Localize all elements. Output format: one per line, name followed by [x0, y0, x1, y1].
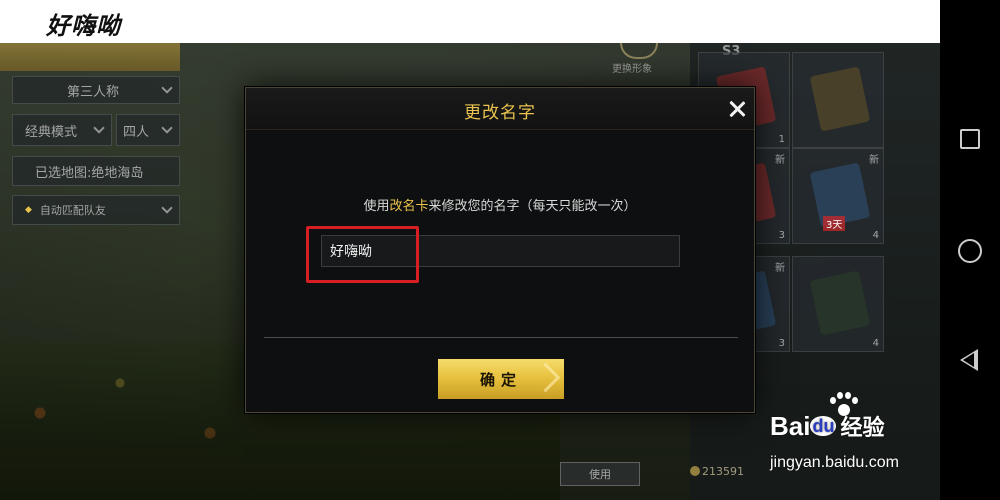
diamond-icon: ◆: [25, 205, 32, 215]
item-image-icon: [809, 66, 871, 132]
handwritten-name: 好嗨呦: [46, 11, 121, 40]
top-white-strip: 好嗨呦: [0, 0, 940, 43]
chevron-down-icon: [161, 82, 173, 94]
auto-match-label: 自动匹配队友: [39, 204, 106, 217]
rename-dialog: 更改名字 使用改名卡来修改您的名字（每天只能改一次） 确定: [245, 87, 755, 413]
chevron-down-icon: [161, 122, 173, 134]
inventory-item-card[interactable]: 新 4 3天: [792, 148, 884, 244]
item-image-icon: [809, 270, 871, 336]
use-button[interactable]: 使用: [560, 462, 640, 486]
rename-instruction: 使用改名卡来修改您的名字（每天只能改一次）: [246, 195, 754, 214]
duration-tag: 3天: [823, 216, 846, 231]
start-game-banner[interactable]: [0, 43, 180, 71]
squad-selector[interactable]: 四人: [116, 114, 180, 146]
dialog-divider: [264, 337, 738, 338]
rename-card-link: 改名卡: [389, 199, 429, 214]
item-count: 3: [778, 338, 785, 349]
item-count: 3: [778, 230, 785, 241]
change-look-button[interactable]: 更换形象: [612, 60, 652, 75]
perspective-selector[interactable]: 第三人称: [12, 76, 180, 104]
auto-match-toggle[interactable]: ◆ 自动匹配队友: [12, 195, 180, 225]
home-icon[interactable]: [958, 239, 982, 263]
name-input[interactable]: [321, 235, 680, 267]
mode-selector[interactable]: 经典模式: [12, 114, 112, 146]
confirm-button[interactable]: 确定: [438, 359, 564, 399]
new-badge: 新: [775, 263, 785, 274]
squad-label: 四人: [123, 124, 150, 140]
close-icon[interactable]: [726, 98, 748, 120]
recent-apps-icon[interactable]: [960, 129, 980, 149]
inventory-item-card[interactable]: 4: [792, 256, 884, 352]
coin-icon: [690, 466, 700, 476]
item-count: 4: [872, 338, 879, 349]
new-badge: 新: [775, 155, 785, 166]
new-badge: 新: [869, 155, 879, 166]
map-selector[interactable]: 已选地图:绝地海岛: [12, 156, 180, 186]
item-count: 4: [872, 230, 879, 241]
map-label: 已选地图:绝地海岛: [35, 165, 144, 181]
back-icon[interactable]: [960, 349, 978, 371]
dialog-title: 更改名字: [464, 103, 536, 123]
dialog-header: 更改名字: [246, 88, 754, 130]
item-count: 1: [778, 134, 785, 145]
coin-count: 213591: [702, 465, 744, 478]
instruction-suffix: 来修改您的名字（每天只能改一次）: [428, 199, 637, 214]
instruction-prefix: 使用: [363, 199, 390, 214]
perspective-label: 第三人称: [67, 84, 120, 100]
chevron-down-icon: [93, 122, 105, 134]
mode-label: 经典模式: [25, 124, 78, 140]
inventory-item-card[interactable]: [792, 52, 884, 148]
chevron-down-icon: [161, 202, 173, 214]
